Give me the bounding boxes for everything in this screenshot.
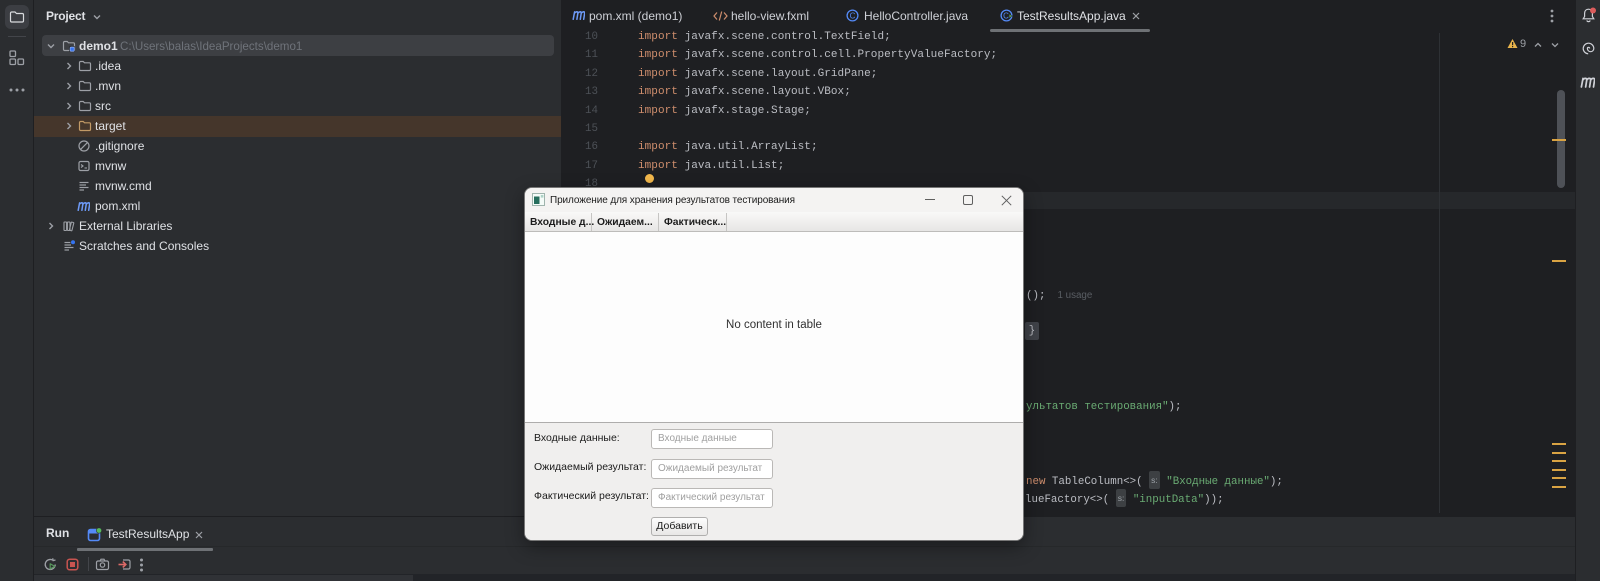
svg-text:C: C bbox=[850, 11, 856, 20]
svg-text:C: C bbox=[1003, 11, 1009, 20]
